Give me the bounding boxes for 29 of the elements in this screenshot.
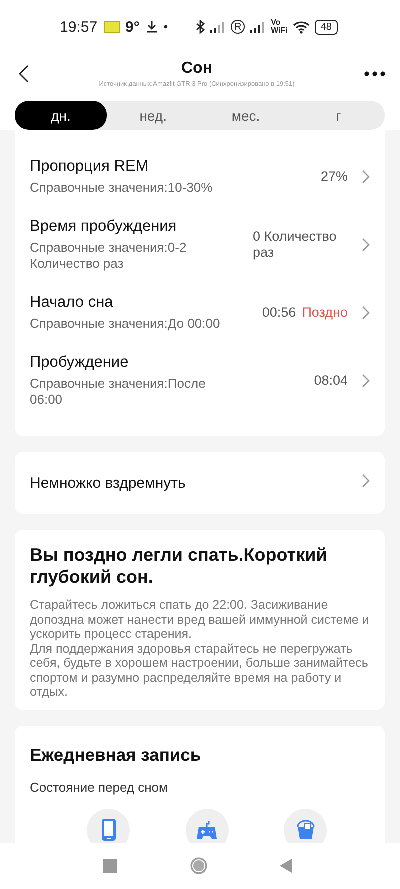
period-tab[interactable]: г	[292, 101, 386, 130]
metric-value: 08:04	[314, 373, 348, 389]
metric-title: Пропорция REM	[30, 158, 150, 176]
advice-title: Вы поздно легли спать.Короткий глубокий сон.	[30, 544, 328, 588]
roaming-indicator: R	[231, 20, 246, 34]
reference-range: Справочные значения:После 06:00	[30, 376, 207, 408]
period-tab[interactable]: нед.	[107, 101, 200, 130]
temperature: 9°	[126, 18, 140, 36]
advice-text: Для поддержания здоровья старайтесь не перегружать себя, будьте в хорошем настроении, больше занимайтесь спортом и разумно распределяйте время на работу и отдых.	[30, 642, 370, 700]
advice-text: Старайтесь ложиться спать до 22:00. Засиживание допоздна может нанести вред вашей иммунной системе и ускорить процесс старения.	[30, 598, 370, 642]
metric-value: 27%	[320, 169, 348, 185]
section-title: Ежедневная запись	[30, 744, 202, 766]
status-label: Поздно	[302, 305, 348, 321]
section-subtitle: Состояние перед сном	[30, 780, 169, 794]
reference-range: Справочные значения:До 00:00	[30, 316, 222, 332]
metric-value: 00:56	[262, 305, 296, 321]
battery-level: 48	[314, 20, 338, 34]
vowifi-label: WiFi	[271, 27, 288, 35]
metric-title: Время пробуждения	[30, 218, 178, 236]
reference-range: Справочные значения:10-30%	[30, 180, 214, 196]
reference-range: Справочные значения:0-2 Количество раз	[30, 240, 188, 272]
period-tab[interactable]: дн.	[15, 101, 107, 130]
period-tab[interactable]: мес.	[200, 101, 292, 130]
clock-time: 19:57	[60, 18, 98, 36]
metric-title: Начало сна	[30, 294, 114, 312]
vowifi-label: Vo	[271, 19, 282, 27]
page-title: Сон	[182, 60, 212, 78]
metric-title: Пробуждение	[30, 354, 130, 372]
metric-value: 0 Количество раз	[253, 229, 338, 261]
